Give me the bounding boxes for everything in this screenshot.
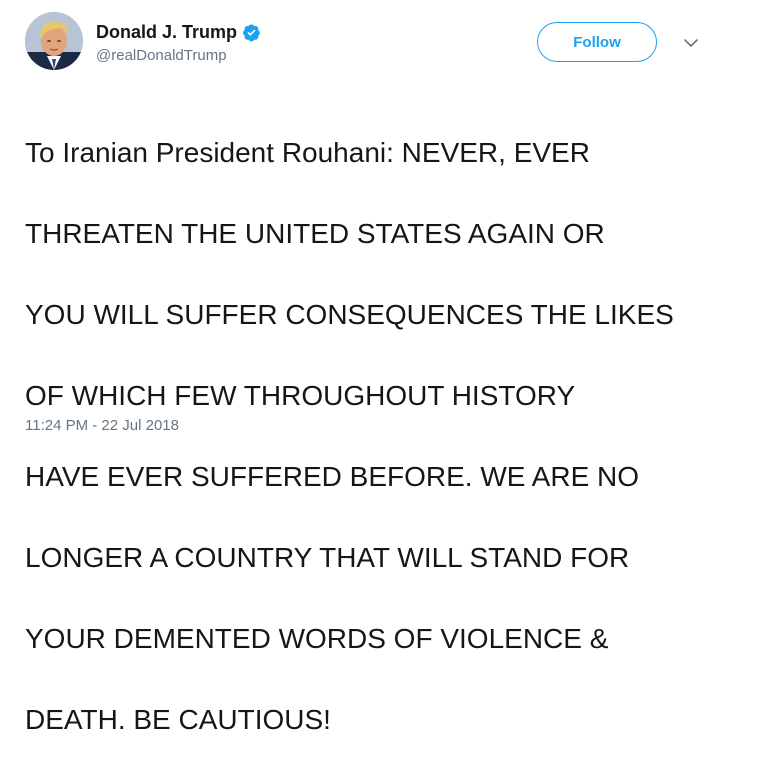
verified-badge-icon	[242, 23, 261, 42]
handle[interactable]: @realDonaldTrump	[96, 47, 261, 65]
avatar-photo-icon	[25, 12, 83, 70]
timestamp[interactable]: 11:24 PM - 22 Jul 2018	[25, 416, 179, 436]
tweet-text-line: YOUR DEMENTED WORDS OF VIOLENCE &	[25, 622, 609, 654]
tweet-text-line: OF WHICH FEW THROUGHOUT HISTORY	[25, 379, 576, 411]
display-name[interactable]: Donald J. Trump	[96, 20, 237, 44]
author-block: Donald J. Trump @realDonaldTrump	[96, 20, 261, 65]
tweet-card: Donald J. Trump @realDonaldTrump Follow …	[0, 0, 759, 735]
tweet-text-line: DEATH. BE CAUTIOUS!	[25, 703, 331, 735]
avatar[interactable]	[25, 12, 83, 70]
chevron-down-icon[interactable]	[683, 36, 699, 48]
tweet-text: To Iranian President Rouhani: NEVER, EVE…	[25, 92, 745, 781]
tweet-text-line: YOU WILL SUFFER CONSEQUENCES THE LIKES	[25, 298, 674, 330]
tweet-text-line: LONGER A COUNTRY THAT WILL STAND FOR	[25, 541, 630, 573]
tweet-text-line: HAVE EVER SUFFERED BEFORE. WE ARE NO	[25, 460, 640, 492]
tweet-text-line: THREATEN THE UNITED STATES AGAIN OR	[25, 217, 605, 249]
name-row: Donald J. Trump	[96, 20, 261, 44]
follow-button[interactable]: Follow	[537, 22, 657, 62]
tweet-text-line: To Iranian President Rouhani: NEVER, EVE…	[25, 136, 590, 168]
